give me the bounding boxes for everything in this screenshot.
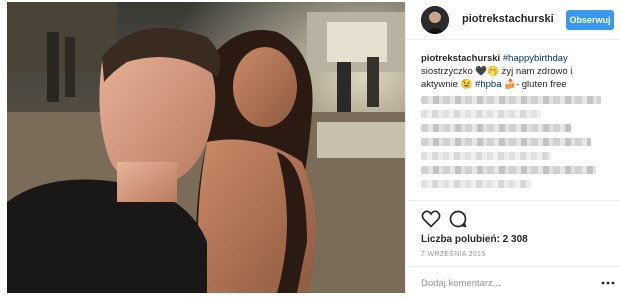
blurred-comment	[421, 96, 601, 104]
post-caption: piotrekstachurski #happybirthday siostrz…	[421, 52, 611, 91]
post-username[interactable]: piotrekstachurski	[462, 13, 554, 25]
blurred-comment	[421, 138, 591, 146]
blurred-comment	[421, 124, 571, 132]
avatar-image	[421, 6, 449, 34]
post-header: piotrekstachurski Obserwuj	[406, 0, 620, 40]
comment-icon[interactable]	[448, 209, 468, 229]
blurred-comment	[421, 110, 541, 118]
blurred-comment	[421, 166, 596, 174]
comment-input[interactable]	[421, 275, 591, 291]
avatar[interactable]	[421, 6, 449, 34]
follow-button[interactable]: Obserwuj	[566, 10, 614, 30]
caption-username[interactable]: piotrekstachurski	[421, 53, 500, 64]
instagram-post: piotrekstachurski Obserwuj piotrekstachu…	[0, 0, 620, 297]
caption-text-end: 🍰- gluten free	[504, 79, 567, 90]
add-comment-area	[406, 266, 620, 297]
selfie-photo-image	[7, 2, 405, 293]
blurred-comments	[421, 96, 611, 194]
likes-count[interactable]: Liczba polubień: 2 308	[421, 234, 528, 245]
hashtag-happybirthday[interactable]: #happybirthday	[503, 53, 568, 64]
post-photo[interactable]	[7, 2, 405, 293]
blurred-comment	[421, 180, 531, 188]
hashtag-hpba[interactable]: #hpba	[475, 79, 501, 90]
heart-icon[interactable]	[421, 209, 441, 229]
blurred-comment	[421, 152, 551, 160]
more-options-icon[interactable]	[601, 278, 615, 288]
post-date: 7 WRZEŚNIA 2015	[421, 251, 486, 258]
post-side-panel: piotrekstachurski Obserwuj piotrekstachu…	[405, 0, 620, 297]
